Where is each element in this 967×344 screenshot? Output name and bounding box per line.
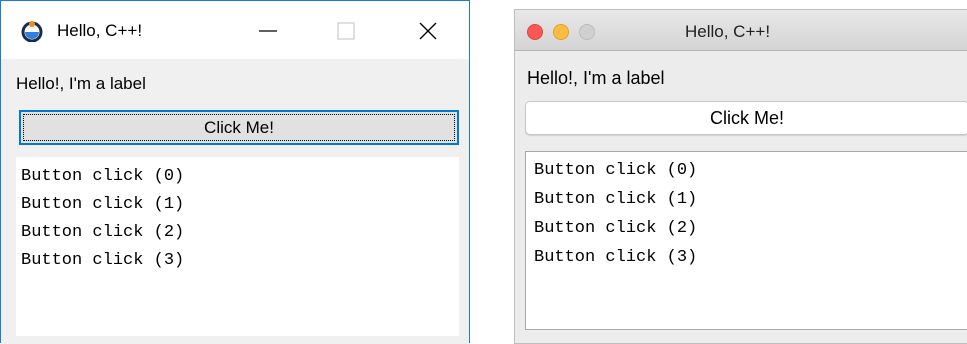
title-bar[interactable]: Hello, C++! <box>1 1 469 59</box>
output-text-area[interactable]: Button click (0) Button click (1) Button… <box>16 157 459 336</box>
windows-window: Hello, C++! Hello!, I'm a label Click Me… <box>0 0 470 344</box>
output-line: Button click (0) <box>21 167 185 186</box>
maximize-button[interactable] <box>323 11 369 51</box>
window-title: Hello, C++! <box>57 21 143 40</box>
window-title: Hello, C++! <box>685 22 771 41</box>
output-line: Button click (3) <box>534 248 698 267</box>
minimize-button[interactable] <box>245 11 291 51</box>
output-line: Button click (3) <box>21 251 185 270</box>
mac-window: Hello, C++! Hello!, I'm a label Click Me… <box>514 9 967 344</box>
click-me-button[interactable]: Click Me! <box>525 101 967 135</box>
output-lines: Button click (0) Button click (1) Button… <box>21 163 184 275</box>
close-traffic-light[interactable] <box>527 24 543 40</box>
close-button[interactable] <box>405 11 451 51</box>
button-label: Click Me! <box>709 107 784 128</box>
minimize-traffic-light[interactable] <box>553 24 569 40</box>
hello-label: Hello!, I'm a label <box>527 68 665 88</box>
maximize-icon <box>337 22 355 40</box>
zoom-traffic-light[interactable] <box>579 24 595 40</box>
output-line: Button click (2) <box>21 223 185 242</box>
output-line: Button click (0) <box>534 161 698 180</box>
button-label: Click Me! <box>204 117 274 137</box>
output-line: Button click (1) <box>534 190 698 209</box>
minimize-icon <box>259 30 277 32</box>
output-text-area[interactable]: Button click (0) Button click (1) Button… <box>525 151 967 330</box>
client-area: Hello!, I'm a label Click Me! Button cli… <box>1 59 469 344</box>
app-logo-icon <box>21 20 43 43</box>
click-me-button[interactable]: Click Me! <box>19 110 459 145</box>
title-bar[interactable]: Hello, C++! <box>515 10 967 51</box>
output-line: Button click (2) <box>534 219 698 238</box>
hello-label: Hello!, I'm a label <box>16 74 146 93</box>
output-lines: Button click (0) Button click (1) Button… <box>534 156 697 272</box>
output-line: Button click (1) <box>21 195 185 214</box>
close-icon <box>419 22 437 40</box>
